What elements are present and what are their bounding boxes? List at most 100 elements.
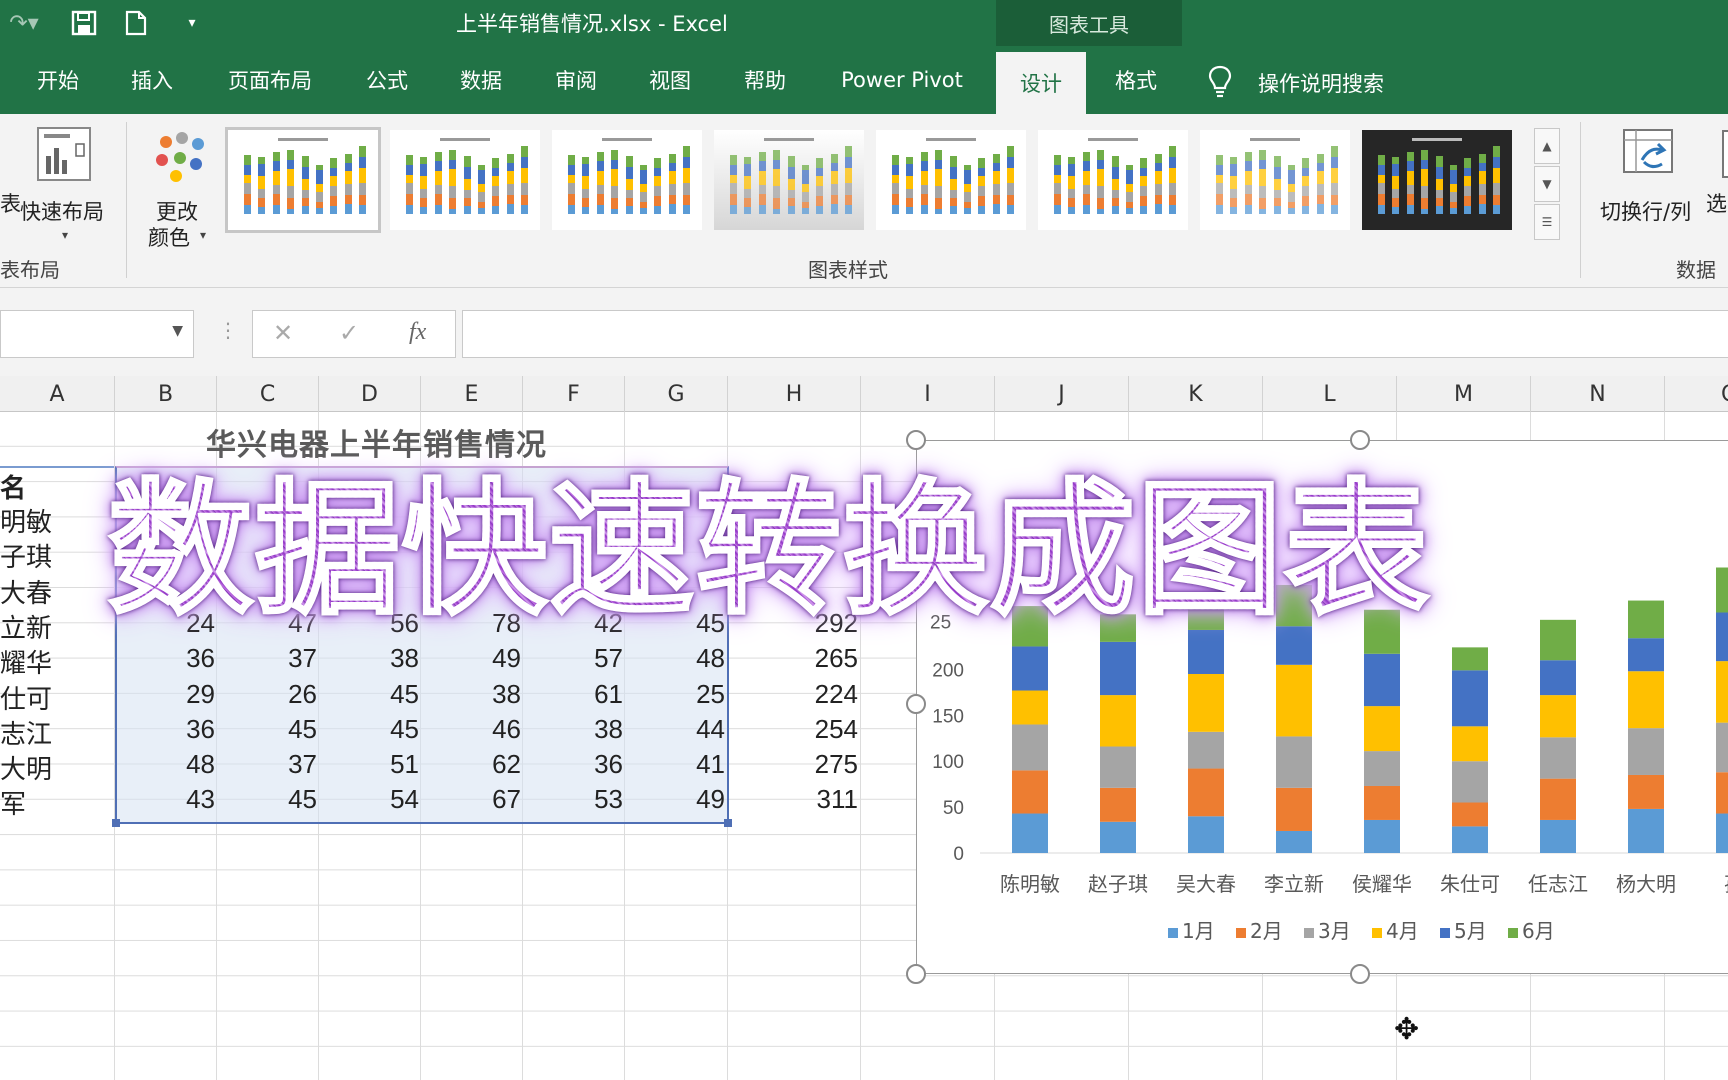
name-header-cell[interactable]: 名 — [0, 466, 114, 504]
chart-bar-segment[interactable] — [1364, 785, 1400, 820]
value-cell[interactable]: 25 — [625, 679, 725, 714]
tell-me-search[interactable]: 操作说明搜索 — [1258, 68, 1384, 98]
chart-bar-segment[interactable] — [1364, 751, 1400, 786]
column-header[interactable]: K — [1129, 376, 1263, 412]
row-name-cell[interactable]: 明敏 — [0, 502, 110, 537]
column-header[interactable]: I — [861, 376, 995, 412]
column-header[interactable]: L — [1263, 376, 1397, 412]
chart-bar-segment[interactable] — [1540, 819, 1576, 853]
chart-bar-segment[interactable] — [1012, 813, 1048, 853]
tab-data[interactable]: 数据 — [438, 46, 524, 114]
value-cell[interactable]: 61 — [523, 679, 623, 714]
value-cell[interactable]: 51 — [319, 749, 419, 784]
chart-style-thumbnail[interactable] — [390, 130, 540, 230]
column-header[interactable]: D — [319, 376, 421, 412]
chart-bar-segment[interactable] — [1100, 746, 1136, 788]
legend-entry[interactable]: 2月 — [1250, 919, 1283, 943]
tab-insert[interactable]: 插入 — [108, 46, 196, 114]
value-cell[interactable]: 38 — [319, 643, 419, 678]
chart-bar-segment[interactable] — [1276, 736, 1312, 788]
chart-bar-segment[interactable] — [1188, 731, 1224, 769]
chart-bar-segment[interactable] — [1276, 664, 1312, 737]
chart-bar-segment[interactable] — [1012, 770, 1048, 814]
chart-bar-segment[interactable] — [1012, 724, 1048, 771]
row-name-cell[interactable]: 大春 — [0, 573, 110, 608]
chart-style-thumbnail[interactable] — [1362, 130, 1512, 230]
value-cell[interactable]: 44 — [625, 714, 725, 749]
value-cell[interactable]: 57 — [523, 643, 623, 678]
total-cell[interactable]: 254 — [760, 714, 858, 749]
tab-power-pivot[interactable]: Power Pivot — [820, 46, 984, 114]
chart-style-thumbnail[interactable] — [1200, 130, 1350, 230]
legend-entry[interactable]: 5月 — [1454, 919, 1487, 943]
total-cell[interactable]: 224 — [760, 679, 858, 714]
customize-qat-icon[interactable]: ▾ — [178, 8, 206, 38]
value-cell[interactable]: 54 — [319, 784, 419, 819]
value-cell[interactable]: 29 — [115, 679, 215, 714]
value-cell[interactable]: 36 — [523, 749, 623, 784]
row-name-cell[interactable]: 耀华 — [0, 643, 110, 678]
legend-entry[interactable]: 3月 — [1318, 919, 1351, 943]
total-cell[interactable]: 265 — [760, 643, 858, 678]
chart-bar-segment[interactable] — [1716, 567, 1728, 613]
chart-bar-segment[interactable] — [1540, 619, 1576, 661]
chart-bar-segment[interactable] — [1540, 737, 1576, 779]
chart-bar-segment[interactable] — [1452, 726, 1488, 762]
value-cell[interactable]: 45 — [217, 714, 317, 749]
value-cell[interactable]: 45 — [217, 784, 317, 819]
tab-view[interactable]: 视图 — [628, 46, 712, 114]
column-header[interactable]: B — [115, 376, 217, 412]
change-colors-button[interactable]: 更改 颜色 ▾ — [144, 122, 214, 252]
chart-bar-segment[interactable] — [1452, 802, 1488, 827]
value-cell[interactable]: 53 — [523, 784, 623, 819]
gallery-scroll-down-icon[interactable]: ▼ — [1534, 166, 1560, 202]
value-cell[interactable]: 45 — [319, 679, 419, 714]
total-cell[interactable]: 311 — [760, 784, 858, 819]
value-cell[interactable]: 36 — [115, 643, 215, 678]
tab-formulas[interactable]: 公式 — [344, 46, 430, 114]
tab-home[interactable]: 开始 — [14, 46, 102, 114]
chart-bar-segment[interactable] — [1364, 706, 1400, 752]
chart-resize-handle[interactable] — [1350, 964, 1370, 984]
value-cell[interactable]: 49 — [421, 643, 521, 678]
legend-entry[interactable]: 6月 — [1522, 919, 1555, 943]
chart-bar-segment[interactable] — [1276, 830, 1312, 853]
column-header[interactable]: H — [728, 376, 861, 412]
chart-bar-segment[interactable] — [1628, 728, 1664, 775]
redo-icon[interactable]: ↷▾ — [2, 8, 46, 38]
tab-help[interactable]: 帮助 — [722, 46, 808, 114]
chart-bar-segment[interactable] — [1452, 647, 1488, 671]
value-cell[interactable]: 67 — [421, 784, 521, 819]
total-cell[interactable]: 275 — [760, 749, 858, 784]
selection-handle[interactable] — [724, 819, 732, 827]
tab-format[interactable]: 格式 — [1090, 46, 1182, 114]
chart-style-thumbnail[interactable] — [552, 130, 702, 230]
quick-layout-button[interactable]: 快速布局 ▾ — [20, 122, 114, 252]
column-header[interactable]: N — [1531, 376, 1665, 412]
column-header[interactable]: C — [1665, 376, 1728, 412]
tab-review[interactable]: 审阅 — [534, 46, 618, 114]
chart-bar-segment[interactable] — [1452, 826, 1488, 853]
value-cell[interactable]: 62 — [421, 749, 521, 784]
name-box[interactable]: ▼ — [0, 310, 194, 358]
formula-bar-resize-handle-icon[interactable]: ⋮ — [218, 318, 238, 342]
column-header[interactable]: F — [523, 376, 625, 412]
tab-design[interactable]: 设计 — [996, 52, 1086, 114]
cancel-icon[interactable]: ✕ — [273, 319, 293, 347]
new-file-icon[interactable] — [118, 8, 154, 38]
value-cell[interactable]: 48 — [625, 643, 725, 678]
selection-handle[interactable] — [112, 819, 120, 827]
row-name-cell[interactable]: 子琪 — [0, 537, 110, 572]
select-data-label[interactable]: 选 — [1706, 188, 1727, 218]
gallery-more-icon[interactable]: ☰ — [1534, 204, 1560, 240]
legend-entry[interactable]: 4月 — [1386, 919, 1419, 943]
chart-bar-segment[interactable] — [1100, 787, 1136, 822]
chart-bar-segment[interactable] — [1452, 670, 1488, 727]
chart-bar-segment[interactable] — [1188, 816, 1224, 853]
chart-bar-segment[interactable] — [1540, 778, 1576, 820]
chart-style-thumbnail[interactable] — [225, 127, 381, 233]
chart-resize-handle[interactable] — [906, 964, 926, 984]
column-header[interactable]: E — [421, 376, 523, 412]
value-cell[interactable]: 26 — [217, 679, 317, 714]
switch-row-column-button[interactable]: 切换行/列 — [1596, 122, 1708, 252]
